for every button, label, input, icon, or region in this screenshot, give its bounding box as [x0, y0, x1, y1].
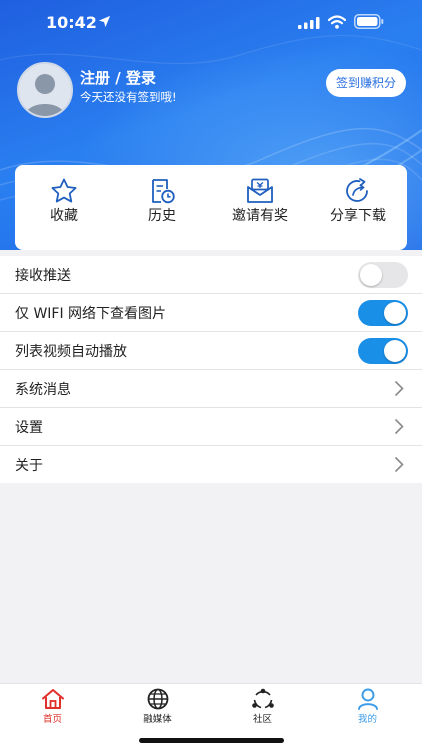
tab-community[interactable]: 社区	[210, 684, 315, 734]
quick-action-history[interactable]: 历史	[113, 165, 211, 250]
toggle-knob	[360, 264, 382, 286]
quick-action-label: 历史	[148, 208, 176, 224]
setting-label: 接收推送	[15, 268, 71, 284]
person-icon	[358, 688, 378, 710]
setting-wifi-images: 仅 WIFI 网络下查看图片	[0, 294, 422, 332]
status-bar: 10:42	[0, 0, 422, 44]
home-indicator	[139, 738, 284, 743]
history-icon	[152, 179, 175, 204]
setting-label: 仅 WIFI 网络下查看图片	[15, 306, 167, 322]
login-register-link[interactable]: 注册 / 登录	[80, 67, 156, 88]
setting-label: 设置	[15, 420, 43, 436]
setting-system-messages[interactable]: 系统消息	[0, 370, 422, 408]
setting-about[interactable]: 关于	[0, 446, 422, 483]
quick-action-label: 分享下载	[330, 208, 386, 224]
quick-actions-card: 收藏 历史 邀请有奖 分享下载	[15, 165, 407, 250]
battery-icon	[354, 14, 384, 29]
setting-label: 列表视频自动播放	[15, 344, 127, 360]
tab-label: 首页	[42, 714, 62, 725]
location-arrow-icon	[98, 15, 111, 28]
quick-action-invite[interactable]: 邀请有奖	[211, 165, 309, 250]
avatar[interactable]	[17, 62, 73, 118]
chevron-right-icon	[394, 380, 404, 397]
globe-icon	[147, 688, 169, 710]
sign-in-reminder: 今天还没有签到哦!	[80, 90, 177, 104]
setting-settings[interactable]: 设置	[0, 408, 422, 446]
tab-label: 社区	[252, 714, 272, 725]
chevron-right-icon	[394, 456, 404, 473]
setting-receive-push: 接收推送	[0, 256, 422, 294]
invite-icon	[247, 178, 273, 203]
home-icon	[42, 689, 64, 709]
quick-action-label: 收藏	[50, 208, 78, 224]
quick-action-favorites[interactable]: 收藏	[15, 165, 113, 250]
setting-label: 系统消息	[15, 382, 71, 398]
setting-video-autoplay: 列表视频自动播放	[0, 332, 422, 370]
status-time: 10:42	[46, 13, 97, 32]
share-icon	[346, 178, 368, 202]
settings-list: 接收推送 仅 WIFI 网络下查看图片 列表视频自动播放 系统消息 设置 关于	[0, 256, 422, 483]
tab-mine[interactable]: 我的	[315, 684, 420, 734]
setting-label: 关于	[15, 458, 43, 474]
chevron-right-icon	[394, 418, 404, 435]
star-icon	[51, 178, 77, 203]
tab-label: 融媒体	[143, 714, 172, 725]
tab-media[interactable]: 融媒体	[105, 684, 210, 734]
community-icon	[252, 688, 274, 709]
toggle-knob	[384, 340, 406, 362]
wifi-icon	[328, 15, 346, 29]
cellular-signal-icon	[298, 17, 320, 29]
tab-label: 我的	[357, 714, 377, 725]
toggle-knob	[384, 302, 406, 324]
default-avatar-icon	[25, 74, 65, 116]
tab-home[interactable]: 首页	[0, 684, 105, 734]
quick-action-share[interactable]: 分享下载	[309, 165, 407, 250]
wifi-images-toggle[interactable]	[358, 300, 408, 326]
check-in-button[interactable]: 签到赚积分	[326, 69, 406, 97]
push-toggle[interactable]	[358, 262, 408, 288]
quick-action-label: 邀请有奖	[232, 208, 288, 224]
autoplay-toggle[interactable]	[358, 338, 408, 364]
